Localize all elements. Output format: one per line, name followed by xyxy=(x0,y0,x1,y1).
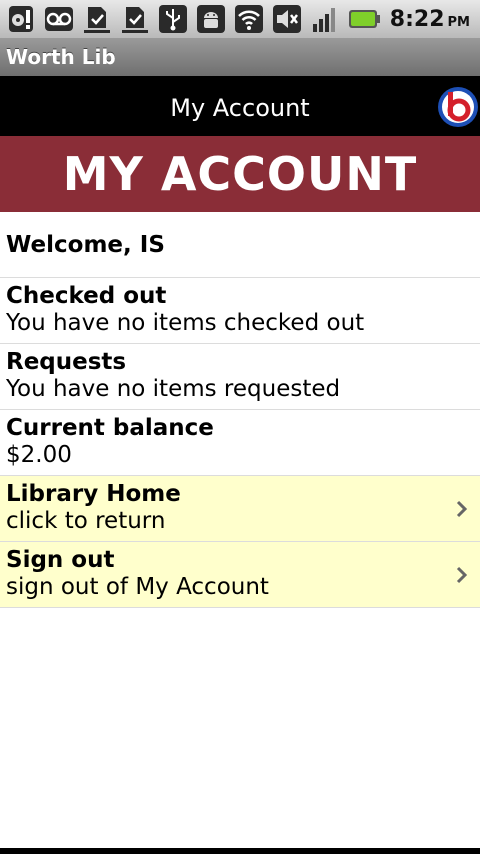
download-done-icon xyxy=(118,4,152,34)
sign-out-row[interactable]: Sign out sign out of My Account xyxy=(0,542,480,608)
sign-out-detail: sign out of My Account xyxy=(6,574,269,600)
balance-title: Current balance xyxy=(6,415,214,441)
voicemail-icon xyxy=(42,4,76,34)
app-title: Worth Lib xyxy=(6,45,116,69)
account-list: Welcome, IS Checked out You have no item… xyxy=(0,212,480,608)
requests-row: Requests You have no items requested xyxy=(0,344,480,410)
library-home-row[interactable]: Library Home click to return xyxy=(0,476,480,542)
b-logo-icon[interactable] xyxy=(437,86,479,128)
wifi-icon xyxy=(232,4,266,34)
checked-out-detail: You have no items checked out xyxy=(6,310,365,336)
android-debug-icon xyxy=(194,4,228,34)
library-home-title: Library Home xyxy=(6,481,181,507)
sd-card-icon xyxy=(4,4,38,34)
balance-amount: $2.00 xyxy=(6,442,72,468)
page-title: My Account xyxy=(170,94,310,122)
sign-out-title: Sign out xyxy=(6,547,115,573)
download-done-icon xyxy=(80,4,114,34)
app-title-bar: Worth Lib xyxy=(0,38,480,76)
library-home-detail: click to return xyxy=(6,508,166,534)
clock: 8:22 PM xyxy=(390,7,470,32)
checked-out-row: Checked out You have no items checked ou… xyxy=(0,278,480,344)
chevron-right-icon xyxy=(456,500,468,518)
banner-text: MY ACCOUNT xyxy=(62,147,418,201)
chevron-right-icon xyxy=(456,566,468,584)
clock-time: 8:22 xyxy=(389,6,445,32)
clock-ampm: PM xyxy=(447,14,470,30)
page-header: My Account xyxy=(0,76,480,136)
welcome-row: Welcome, IS xyxy=(0,212,480,278)
signal-icon xyxy=(308,4,342,34)
bottom-edge xyxy=(0,848,480,854)
usb-icon xyxy=(156,4,190,34)
battery-icon xyxy=(348,4,382,34)
checked-out-title: Checked out xyxy=(6,283,167,309)
balance-row: Current balance $2.00 xyxy=(0,410,480,476)
mute-icon xyxy=(270,4,304,34)
my-account-banner: MY ACCOUNT xyxy=(0,136,480,212)
requests-title: Requests xyxy=(6,349,127,375)
status-bar: 8:22 PM xyxy=(0,0,480,38)
welcome-text: Welcome, IS xyxy=(6,232,165,258)
requests-detail: You have no items requested xyxy=(6,376,341,402)
